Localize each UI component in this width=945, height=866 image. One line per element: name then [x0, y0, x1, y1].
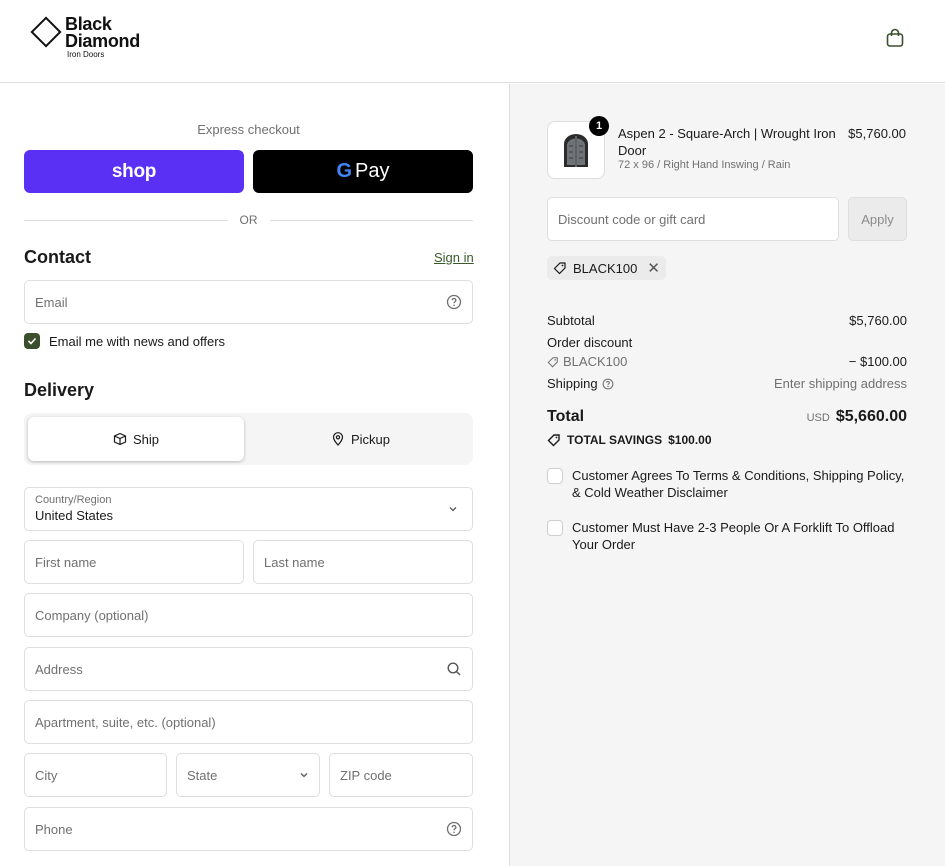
agree-forklift-checkbox[interactable]	[547, 520, 563, 536]
header: Black Diamond Iron Doors	[0, 0, 945, 83]
phone-field[interactable]: Phone	[24, 807, 473, 851]
newsletter-label: Email me with news and offers	[49, 333, 226, 349]
discount-value: − $100.00	[848, 354, 907, 369]
total-currency: USD	[806, 412, 830, 424]
delivery-method-toggle: Ship Pickup	[24, 413, 473, 465]
apartment-field[interactable]: Apartment, suite, etc. (optional)	[24, 700, 473, 744]
location-pin-icon	[332, 432, 344, 446]
iron-door-image	[564, 134, 588, 167]
google-g-icon: G	[336, 160, 353, 182]
help-circle-icon[interactable]	[446, 294, 462, 310]
shipping-row: Shipping Enter shipping address	[547, 376, 907, 391]
search-icon	[447, 662, 461, 676]
tag-icon	[547, 356, 558, 367]
order-summary: 1 Aspen 2 - Square-Arch | Wrought Iron D…	[509, 84, 945, 866]
shop-pay-label: shop	[111, 160, 157, 182]
product-price: $5,760.00	[848, 126, 906, 141]
state-select[interactable]: State	[176, 753, 320, 797]
brand-name-line2: Diamond	[65, 31, 140, 51]
shipping-value: Enter shipping address	[774, 376, 907, 391]
tag-icon	[547, 434, 560, 447]
tag-icon	[553, 262, 566, 275]
or-divider: OR	[24, 212, 473, 228]
ship-option[interactable]: Ship	[28, 417, 244, 461]
discount-code-row: BLACK100 − $100.00	[547, 354, 907, 369]
subtotal-value: $5,760.00	[849, 313, 907, 328]
shopping-bag-icon[interactable]	[885, 28, 905, 48]
email-placeholder: Email	[35, 294, 68, 310]
savings-value: $100.00	[668, 433, 712, 447]
product-name: Aspen 2 - Square-Arch | Wrought Iron Doo…	[618, 126, 836, 158]
contact-title: Contact	[24, 247, 91, 267]
city-field[interactable]: City	[24, 753, 167, 797]
agree-terms-checkbox[interactable]	[547, 468, 563, 484]
address-field[interactable]: Address	[24, 647, 473, 691]
check-icon	[27, 337, 37, 345]
google-pay-label: Pay	[355, 160, 390, 182]
pickup-option[interactable]: Pickup	[252, 417, 469, 461]
quantity-badge: 1	[589, 116, 609, 136]
google-pay-button[interactable]: G Pay	[253, 150, 473, 193]
applied-code-label: BLACK100	[573, 260, 638, 276]
agree-terms-label: Customer Agrees To Terms & Conditions, S…	[572, 468, 905, 500]
help-circle-icon[interactable]	[446, 821, 462, 837]
total-row: Total USD $5,660.00	[547, 408, 907, 425]
agree-forklift-row: Customer Must Have 2-3 People Or A Forkl…	[547, 519, 907, 553]
express-checkout-label: Express checkout	[197, 122, 300, 137]
diamond-logo-icon	[30, 16, 62, 48]
brand-logo[interactable]: Black Diamond Iron Doors	[30, 15, 140, 59]
total-savings: TOTAL SAVINGS $100.00	[547, 433, 712, 447]
delivery-title: Delivery	[24, 380, 95, 400]
newsletter-row: Email me with news and offers	[24, 333, 225, 349]
zip-field[interactable]: ZIP code	[329, 753, 473, 797]
country-label: Country/Region	[35, 494, 112, 506]
checkout-form: Express checkout shop G Pay OR Contact S…	[0, 84, 509, 866]
remove-discount-icon[interactable]: ✕	[647, 259, 660, 277]
order-discount-row: Order discount	[547, 335, 633, 350]
newsletter-checkbox[interactable]	[24, 333, 40, 349]
country-select[interactable]: Country/Region United States	[24, 487, 473, 531]
help-circle-icon[interactable]	[602, 378, 614, 390]
apply-discount-button[interactable]: Apply	[848, 197, 907, 241]
last-name-field[interactable]: Last name	[253, 540, 473, 584]
country-value: United States	[35, 508, 114, 523]
email-field[interactable]: Email	[24, 280, 473, 324]
shop-pay-button[interactable]: shop	[24, 150, 244, 193]
agree-terms-row: Customer Agrees To Terms & Conditions, S…	[547, 467, 907, 501]
subtotal-row: Subtotal $5,760.00	[547, 313, 907, 328]
chevron-down-icon	[300, 773, 308, 778]
total-value: $5,660.00	[835, 408, 907, 425]
product-variant: 72 x 96 / Right Hand Inswing / Rain	[618, 159, 791, 171]
first-name-field[interactable]: First name	[24, 540, 244, 584]
box-icon	[113, 432, 127, 446]
applied-discount-tag: BLACK100 ✕	[547, 256, 666, 280]
sign-in-link[interactable]: Sign in	[434, 250, 474, 265]
pickup-label: Pickup	[350, 431, 391, 447]
discount-code-input[interactable]: Discount code or gift card	[547, 197, 839, 241]
chevron-down-icon	[449, 507, 457, 512]
brand-tagline: Iron Doors	[67, 50, 105, 59]
ship-label: Ship	[132, 431, 160, 447]
company-field[interactable]: Company (optional)	[24, 593, 473, 637]
agree-forklift-label: Customer Must Have 2-3 People Or A Forkl…	[572, 520, 895, 552]
